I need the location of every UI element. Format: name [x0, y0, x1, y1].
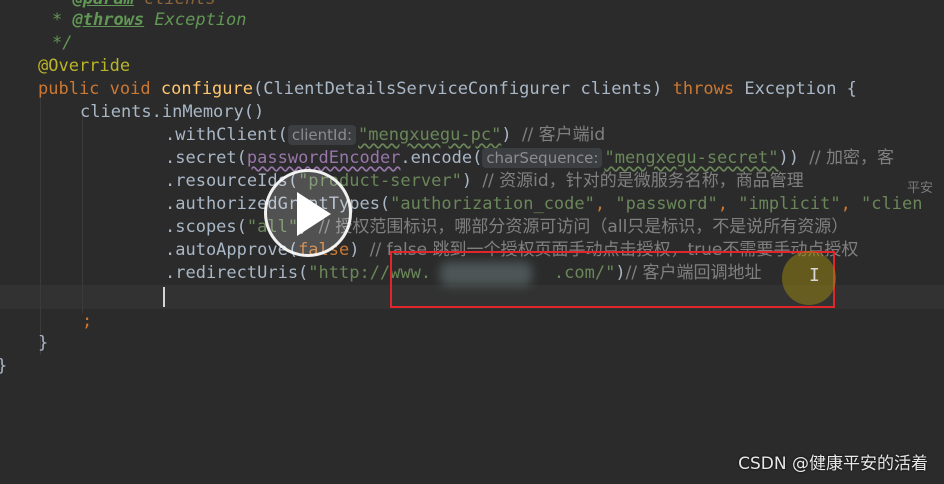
- code-line-override: @Override: [38, 55, 130, 78]
- code-line-doc-end: */: [52, 32, 72, 55]
- comment-client-id: // 客户端id: [521, 125, 606, 145]
- doc-param-name: clients: [144, 0, 216, 9]
- indent-guide: [40, 90, 41, 355]
- password-encoder-field: passwordEncoder: [246, 148, 401, 168]
- code-line-method-signature: public void configure(ClientDetailsServi…: [38, 78, 857, 101]
- semicolon: ;: [82, 311, 93, 331]
- separator: ,: [840, 194, 862, 214]
- code-line-secret: .secret(passwordEncoder.encode(charSeque…: [165, 147, 894, 170]
- secret-close: )): [778, 148, 799, 168]
- secret-call: .secret(: [165, 148, 247, 168]
- text-caret: [163, 287, 165, 307]
- watermark: CSDN @健康平安的活着: [738, 454, 928, 474]
- doc-param-tag: @param: [72, 0, 133, 9]
- method-name: configure: [160, 79, 253, 99]
- code-line-doc-throws: * @throws Exception: [52, 9, 247, 32]
- code-line-with-client: .withClient(clientId: "mengxuegu-pc") // …: [165, 124, 605, 147]
- doc-throws-tag: @throws: [72, 10, 145, 30]
- throws-type: Exception {: [744, 79, 857, 99]
- client-id-string: "mengxuegu-pc": [358, 125, 502, 145]
- keyword-void: void: [109, 79, 151, 99]
- keyword-throws: throws: [672, 79, 735, 99]
- in-memory-call: clients.inMemory(): [80, 102, 265, 122]
- doc-end: */: [52, 33, 73, 53]
- code-line-resource-ids: .resourceIds("product-server") // 资源id，针…: [165, 170, 804, 193]
- code-editor[interactable]: @param clients * @throws Exception */ @O…: [0, 0, 944, 484]
- paren-close: ): [501, 125, 512, 145]
- method-params: (ClientDetailsServiceConfigurer clients): [253, 79, 663, 99]
- grant-password: "password": [615, 194, 718, 214]
- grant-client: "clien: [861, 194, 923, 214]
- secret-string: "mengxegu-secret": [604, 148, 779, 168]
- play-button[interactable]: [264, 169, 352, 257]
- grant-implicit: "implicit": [738, 194, 841, 214]
- scopes-call: .scopes(: [165, 217, 247, 237]
- param-hint-client-id: clientId:: [287, 125, 357, 145]
- doc-throws-type: Exception: [154, 10, 247, 30]
- comment-resource: // 资源id，针对的是微服务名称，商品管理: [482, 171, 804, 191]
- class-close-brace: }: [0, 356, 7, 376]
- code-line-class-close: }: [0, 355, 7, 378]
- separator: ,: [594, 194, 616, 214]
- doc-star: *: [52, 10, 63, 30]
- separator: ,: [717, 194, 739, 214]
- i-beam-cursor-icon: I: [809, 265, 820, 286]
- encode-call: .encode(: [400, 148, 483, 168]
- keyword-public: public: [38, 79, 100, 99]
- auto-approve-close: ): [349, 240, 360, 260]
- indent-guide: [82, 113, 83, 313]
- comment-scopes: // 授权范围标识，哪部分资源可访问（all只是标识，不是说所有资源）: [318, 217, 849, 237]
- param-hint-char-sequence: charSequence:: [482, 148, 603, 168]
- with-client-call: .withClient(: [165, 125, 288, 145]
- code-line-in-memory: clients.inMemory(): [80, 101, 264, 124]
- redirect-uris-call: .redirectUris(: [165, 263, 309, 283]
- comment-secret: // 加密，客: [809, 148, 895, 168]
- method-close-brace: }: [38, 333, 49, 353]
- play-icon: [297, 192, 331, 236]
- override-annotation: @Override: [38, 56, 131, 76]
- code-line-method-close: }: [38, 332, 48, 355]
- resource-close: ): [461, 171, 473, 191]
- highlight-box: [390, 251, 835, 308]
- grant-authorization-code: "authorization_code": [390, 194, 595, 214]
- code-line-semicolon: ;: [82, 310, 92, 333]
